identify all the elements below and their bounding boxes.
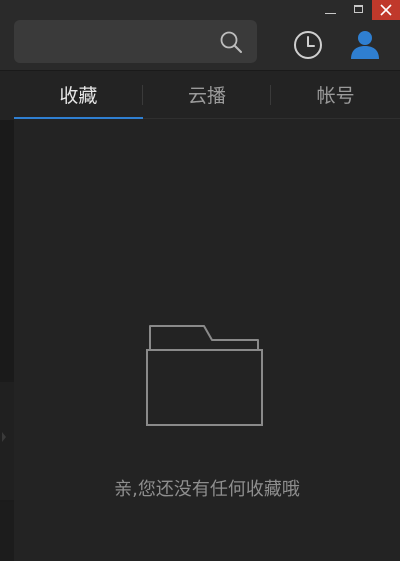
window-controls [316, 0, 400, 20]
maximize-icon [353, 5, 363, 13]
empty-message: 亲,您还没有任何收藏哦 [114, 479, 300, 500]
search-icon[interactable] [219, 30, 243, 54]
collapse-handle[interactable] [2, 432, 6, 442]
left-pane-segment [0, 502, 14, 561]
tab-account[interactable]: 帐号 [271, 71, 400, 118]
minimize-button[interactable] [316, 0, 344, 18]
tab-label: 帐号 [316, 85, 355, 107]
minimize-icon [324, 12, 336, 14]
tab-bar: 收藏 云播 帐号 [14, 71, 400, 119]
tab-cloud-play[interactable]: 云播 [143, 71, 272, 118]
tab-label: 收藏 [59, 85, 98, 107]
top-bar [0, 0, 400, 70]
search-input[interactable] [14, 20, 238, 63]
favorites-panel: 收藏 云播 帐号 亲,您还没有任何收藏哦 [0, 0, 400, 561]
folder-icon [146, 325, 263, 426]
close-icon [380, 4, 392, 16]
left-pane-segment [0, 120, 14, 380]
left-pane-edge [0, 120, 14, 561]
tab-favorites[interactable]: 收藏 [14, 71, 143, 119]
close-button[interactable] [372, 0, 400, 20]
tab-label: 云播 [188, 85, 227, 107]
user-icon[interactable] [348, 27, 382, 61]
empty-state: 亲,您还没有任何收藏哦 [14, 119, 400, 561]
clock-icon[interactable] [292, 29, 324, 61]
search-box [14, 20, 257, 63]
maximize-button[interactable] [344, 0, 372, 18]
